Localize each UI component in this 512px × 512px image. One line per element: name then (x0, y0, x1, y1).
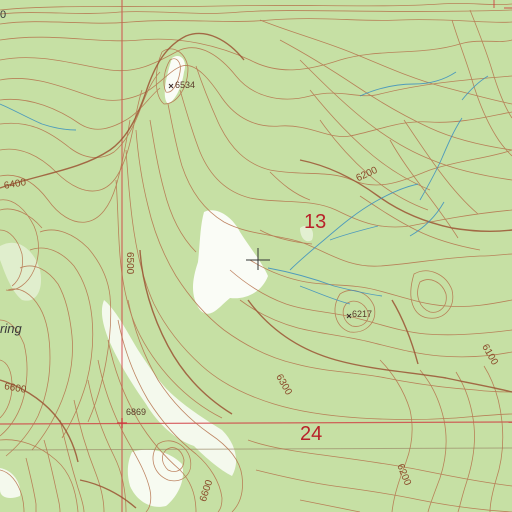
contour-label-6500: 6500 (124, 252, 135, 275)
spot-elevation-6217: 6217 (352, 309, 373, 319)
map-graphics (0, 0, 512, 512)
spring-label: ring (0, 321, 22, 336)
section-line-horizontal (0, 421, 512, 425)
topographic-map[interactable]: 6400 6500 6200 6300 6100 6600 6600 6200 … (0, 0, 512, 512)
spot-elevation-6534: 6534 (175, 80, 196, 90)
clearing-central (193, 210, 268, 314)
section-number-13: 13 (304, 211, 327, 233)
clearing-southwest (0, 468, 21, 498)
triangle-icon (117, 418, 127, 428)
clearing-west (0, 242, 42, 301)
spot-elevation-6869: 6869 (126, 407, 147, 417)
road-line (0, 447, 512, 451)
clearing-south (127, 449, 184, 507)
edge-label: 0 (0, 9, 7, 21)
section-number-24: 24 (300, 423, 323, 445)
